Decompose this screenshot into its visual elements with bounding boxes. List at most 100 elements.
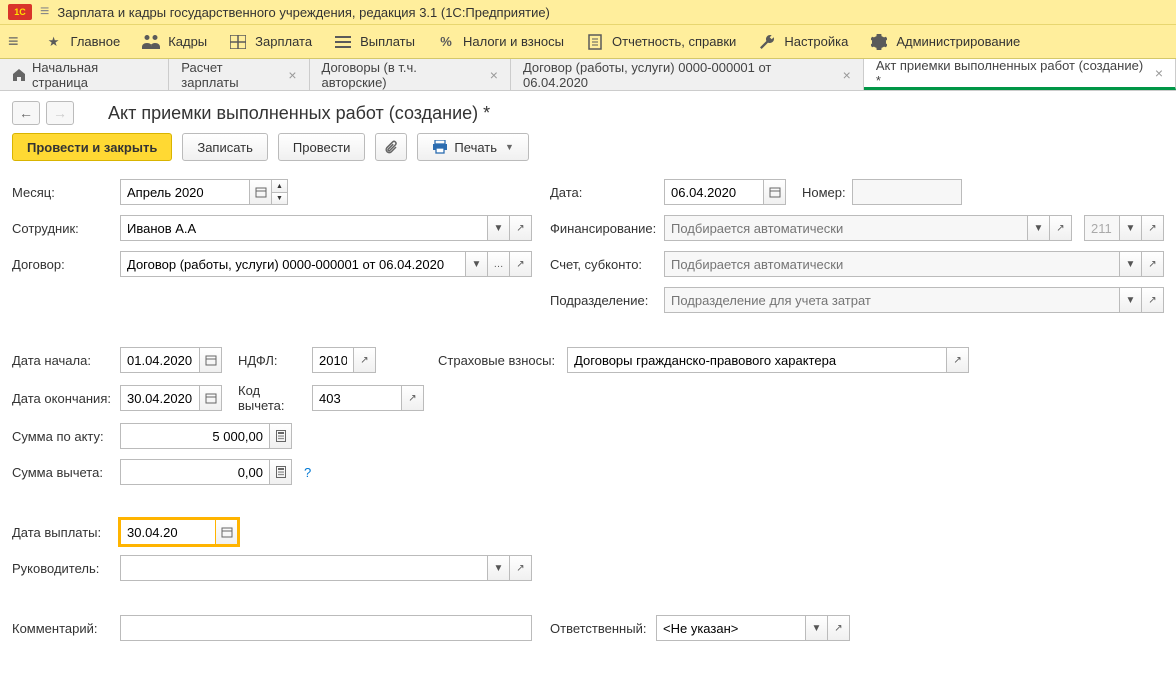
number-label: Номер: <box>802 185 846 200</box>
chevron-down-icon[interactable]: ▼ <box>806 615 828 641</box>
insurance-label: Страховые взносы: <box>438 353 555 368</box>
post-button[interactable]: Провести <box>278 133 366 161</box>
print-button[interactable]: Печать ▼ <box>417 133 529 161</box>
open-icon[interactable]: ↗ <box>354 347 376 373</box>
open-icon[interactable]: ↗ <box>510 555 532 581</box>
chevron-down-icon[interactable]: ▼ <box>1120 287 1142 313</box>
end-label: Дата окончания: <box>12 391 114 406</box>
open-icon[interactable]: ↗ <box>1050 215 1072 241</box>
calendar-icon[interactable] <box>200 347 222 373</box>
chevron-down-icon[interactable]: ▼ <box>1120 215 1142 241</box>
financing-code-input[interactable] <box>1084 215 1120 241</box>
tab-act[interactable]: Акт приемки выполненных работ (создание)… <box>864 59 1176 90</box>
deduction-sum-input[interactable] <box>120 459 270 485</box>
content: ← → Акт приемки выполненных работ (созда… <box>0 91 1176 651</box>
chevron-down-icon[interactable]: ▼ <box>488 215 510 241</box>
open-icon[interactable]: ↗ <box>510 251 532 277</box>
menu-reports[interactable]: Отчетность, справки <box>586 33 736 51</box>
printer-icon <box>432 140 448 154</box>
help-icon[interactable]: ? <box>304 465 311 480</box>
open-icon[interactable]: ↗ <box>828 615 850 641</box>
dept-input[interactable] <box>664 287 1120 313</box>
post-and-close-button[interactable]: Провести и закрыть <box>12 133 172 161</box>
tab-home[interactable]: Начальная страница <box>0 59 169 90</box>
ndfl-input[interactable] <box>312 347 354 373</box>
open-icon[interactable]: ↗ <box>1142 287 1164 313</box>
financing-input[interactable] <box>664 215 1028 241</box>
calendar-icon[interactable] <box>216 519 238 545</box>
menu-staff[interactable]: Кадры <box>142 33 207 51</box>
chevron-down-icon[interactable]: ▼ <box>488 555 510 581</box>
responsible-input[interactable] <box>656 615 806 641</box>
employee-label: Сотрудник: <box>12 221 114 236</box>
open-icon[interactable]: ↗ <box>1142 215 1164 241</box>
payment-date-label: Дата выплаты: <box>12 525 114 540</box>
sum-label: Сумма по акту: <box>12 429 114 444</box>
financing-label: Финансирование: <box>550 221 658 236</box>
chevron-down-icon[interactable]: ▼ <box>1028 215 1050 241</box>
nav-back-button[interactable]: ← <box>12 101 40 125</box>
chevron-down-icon[interactable]: ▼ <box>1120 251 1142 277</box>
chevron-down-icon: ▼ <box>505 142 514 152</box>
comment-label: Комментарий: <box>12 621 114 636</box>
close-icon[interactable]: × <box>1155 65 1163 81</box>
percent-icon: % <box>437 33 455 51</box>
menu-payments[interactable]: Выплаты <box>334 33 415 51</box>
title-hamburger-icon[interactable]: ≡ <box>40 3 49 21</box>
close-icon[interactable]: × <box>843 67 851 83</box>
contract-label: Договор: <box>12 257 114 272</box>
tab-contract[interactable]: Договор (работы, услуги) 0000-000001 от … <box>511 59 864 90</box>
ndfl-label: НДФЛ: <box>238 353 306 368</box>
title-bar: 1C ≡ Зарплата и кадры государственного у… <box>0 0 1176 25</box>
manager-input[interactable] <box>120 555 488 581</box>
calculator-icon[interactable] <box>270 459 292 485</box>
open-icon[interactable]: ↗ <box>402 385 424 411</box>
step-up-button[interactable]: ▲ <box>272 179 288 192</box>
main-menu: ≡ ★ Главное Кадры Зарплата Выплаты % Нал… <box>0 25 1176 59</box>
payment-date-input[interactable] <box>120 519 216 545</box>
account-input[interactable] <box>664 251 1120 277</box>
open-icon[interactable]: ↗ <box>1142 251 1164 277</box>
nav-forward-button[interactable]: → <box>46 101 74 125</box>
calendar-icon[interactable] <box>250 179 272 205</box>
comment-input[interactable] <box>120 615 532 641</box>
sum-input[interactable] <box>120 423 270 449</box>
calendar-icon[interactable] <box>764 179 786 205</box>
month-input[interactable] <box>120 179 250 205</box>
insurance-input[interactable] <box>567 347 947 373</box>
close-icon[interactable]: × <box>490 67 498 83</box>
calculator-icon[interactable] <box>270 423 292 449</box>
start-input[interactable] <box>120 347 200 373</box>
menu-taxes[interactable]: % Налоги и взносы <box>437 33 564 51</box>
app-title: Зарплата и кадры государственного учрежд… <box>57 5 550 20</box>
menu-main[interactable]: ★ Главное <box>45 33 121 51</box>
deduction-code-input[interactable] <box>312 385 402 411</box>
dept-label: Подразделение: <box>550 293 658 308</box>
employee-input[interactable] <box>120 215 488 241</box>
home-icon <box>12 68 26 82</box>
date-label: Дата: <box>550 185 658 200</box>
tab-calc[interactable]: Расчет зарплаты × <box>169 59 309 90</box>
logo-1c: 1C <box>8 4 32 20</box>
attachment-button[interactable] <box>375 133 407 161</box>
menu-hamburger-icon[interactable]: ≡ <box>8 31 19 52</box>
date-input[interactable] <box>664 179 764 205</box>
menu-admin[interactable]: Администрирование <box>870 33 1020 51</box>
gear-icon <box>870 33 888 51</box>
ellipsis-icon[interactable]: … <box>488 251 510 277</box>
menu-salary[interactable]: Зарплата <box>229 33 312 51</box>
tab-bar: Начальная страница Расчет зарплаты × Дог… <box>0 59 1176 91</box>
save-button[interactable]: Записать <box>182 133 268 161</box>
menu-settings[interactable]: Настройка <box>758 33 848 51</box>
contract-input[interactable] <box>120 251 466 277</box>
end-input[interactable] <box>120 385 200 411</box>
step-down-button[interactable]: ▼ <box>272 192 288 205</box>
chevron-down-icon[interactable]: ▼ <box>466 251 488 277</box>
grid-icon <box>229 33 247 51</box>
open-icon[interactable]: ↗ <box>510 215 532 241</box>
calendar-icon[interactable] <box>200 385 222 411</box>
open-icon[interactable]: ↗ <box>947 347 969 373</box>
close-icon[interactable]: × <box>288 67 296 83</box>
tab-contracts[interactable]: Договоры (в т.ч. авторские) × <box>310 59 511 90</box>
number-input[interactable] <box>852 179 962 205</box>
